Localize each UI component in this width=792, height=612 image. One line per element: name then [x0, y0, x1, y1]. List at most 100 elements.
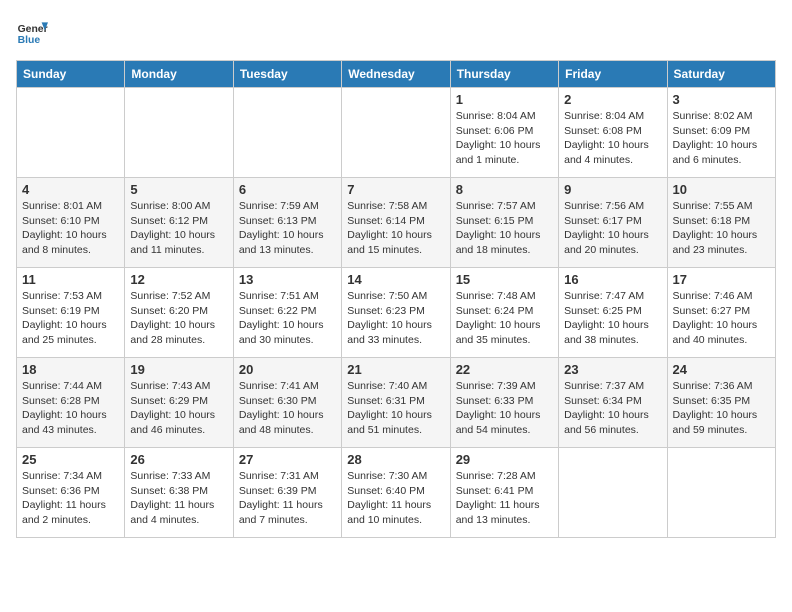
weekday-header-monday: Monday: [125, 61, 233, 88]
calendar-cell: 19 Sunrise: 7:43 AM Sunset: 6:29 PM Dayli…: [125, 358, 233, 448]
calendar-cell: 10 Sunrise: 7:55 AM Sunset: 6:18 PM Dayli…: [667, 178, 775, 268]
calendar-cell: 11 Sunrise: 7:53 AM Sunset: 6:19 PM Dayli…: [17, 268, 125, 358]
day-info: Sunrise: 7:47 AM Sunset: 6:25 PM Dayligh…: [564, 289, 661, 348]
day-number: 14: [347, 272, 444, 287]
day-info: Sunrise: 7:40 AM Sunset: 6:31 PM Dayligh…: [347, 379, 444, 438]
day-info: Sunrise: 7:30 AM Sunset: 6:40 PM Dayligh…: [347, 469, 444, 528]
calendar-cell: 2 Sunrise: 8:04 AM Sunset: 6:08 PM Daylig…: [559, 88, 667, 178]
day-info: Sunrise: 7:55 AM Sunset: 6:18 PM Dayligh…: [673, 199, 770, 258]
day-info: Sunrise: 7:57 AM Sunset: 6:15 PM Dayligh…: [456, 199, 553, 258]
calendar-week-row: 4 Sunrise: 8:01 AM Sunset: 6:10 PM Daylig…: [17, 178, 776, 268]
day-info: Sunrise: 8:04 AM Sunset: 6:08 PM Dayligh…: [564, 109, 661, 168]
page-header: General Blue: [16, 16, 776, 48]
calendar-week-row: 18 Sunrise: 7:44 AM Sunset: 6:28 PM Dayli…: [17, 358, 776, 448]
day-number: 2: [564, 92, 661, 107]
calendar-cell: 3 Sunrise: 8:02 AM Sunset: 6:09 PM Daylig…: [667, 88, 775, 178]
calendar-cell: 23Sunrise: 7:37 AM Sunset: 6:34 PM Dayli…: [559, 358, 667, 448]
day-number: 4: [22, 182, 119, 197]
day-number: 16: [564, 272, 661, 287]
day-number: 6: [239, 182, 336, 197]
weekday-header-saturday: Saturday: [667, 61, 775, 88]
day-info: Sunrise: 7:51 AM Sunset: 6:22 PM Dayligh…: [239, 289, 336, 348]
day-number: 22: [456, 362, 553, 377]
day-info: Sunrise: 7:46 AM Sunset: 6:27 PM Dayligh…: [673, 289, 770, 348]
calendar-cell: 8Sunrise: 7:57 AM Sunset: 6:15 PM Daylig…: [450, 178, 558, 268]
calendar-cell: 7Sunrise: 7:58 AM Sunset: 6:14 PM Daylig…: [342, 178, 450, 268]
calendar-cell: [342, 88, 450, 178]
day-number: 3: [673, 92, 770, 107]
day-number: 19: [130, 362, 227, 377]
day-info: Sunrise: 8:01 AM Sunset: 6:10 PM Dayligh…: [22, 199, 119, 258]
svg-text:Blue: Blue: [18, 35, 41, 46]
day-info: Sunrise: 7:50 AM Sunset: 6:23 PM Dayligh…: [347, 289, 444, 348]
day-number: 15: [456, 272, 553, 287]
calendar-cell: 12Sunrise: 7:52 AM Sunset: 6:20 PM Dayli…: [125, 268, 233, 358]
calendar-cell: 24 Sunrise: 7:36 AM Sunset: 6:35 PM Dayli…: [667, 358, 775, 448]
day-info: Sunrise: 7:56 AM Sunset: 6:17 PM Dayligh…: [564, 199, 661, 258]
day-number: 1: [456, 92, 553, 107]
calendar-cell: 15 Sunrise: 7:48 AM Sunset: 6:24 PM Dayli…: [450, 268, 558, 358]
day-info: Sunrise: 7:48 AM Sunset: 6:24 PM Dayligh…: [456, 289, 553, 348]
day-number: 26: [130, 452, 227, 467]
calendar-cell: 13 Sunrise: 7:51 AM Sunset: 6:22 PM Dayli…: [233, 268, 341, 358]
calendar-cell: 4 Sunrise: 8:01 AM Sunset: 6:10 PM Daylig…: [17, 178, 125, 268]
calendar-cell: 26 Sunrise: 7:33 AM Sunset: 6:38 PM Dayli…: [125, 448, 233, 538]
day-info: Sunrise: 7:36 AM Sunset: 6:35 PM Dayligh…: [673, 379, 770, 438]
logo: General Blue: [16, 16, 48, 48]
calendar-cell: 5 Sunrise: 8:00 AM Sunset: 6:12 PM Daylig…: [125, 178, 233, 268]
day-info: Sunrise: 7:31 AM Sunset: 6:39 PM Dayligh…: [239, 469, 336, 528]
day-number: 10: [673, 182, 770, 197]
day-number: 17: [673, 272, 770, 287]
calendar-cell: 25 Sunrise: 7:34 AM Sunset: 6:36 PM Dayli…: [17, 448, 125, 538]
calendar-cell: 29 Sunrise: 7:28 AM Sunset: 6:41 PM Dayli…: [450, 448, 558, 538]
calendar-cell: [125, 88, 233, 178]
calendar-week-row: 1 Sunrise: 8:04 AM Sunset: 6:06 PM Daylig…: [17, 88, 776, 178]
day-info: Sunrise: 8:00 AM Sunset: 6:12 PM Dayligh…: [130, 199, 227, 258]
day-number: 5: [130, 182, 227, 197]
day-number: 28: [347, 452, 444, 467]
day-number: 21: [347, 362, 444, 377]
day-number: 13: [239, 272, 336, 287]
calendar-cell: [667, 448, 775, 538]
calendar-cell: [559, 448, 667, 538]
day-number: 7: [347, 182, 444, 197]
calendar-cell: 1 Sunrise: 8:04 AM Sunset: 6:06 PM Daylig…: [450, 88, 558, 178]
calendar-cell: [17, 88, 125, 178]
calendar-week-row: 25 Sunrise: 7:34 AM Sunset: 6:36 PM Dayli…: [17, 448, 776, 538]
calendar-cell: [233, 88, 341, 178]
day-info: Sunrise: 7:53 AM Sunset: 6:19 PM Dayligh…: [22, 289, 119, 348]
day-number: 9: [564, 182, 661, 197]
day-number: 25: [22, 452, 119, 467]
day-info: Sunrise: 7:37 AM Sunset: 6:34 PM Dayligh…: [564, 379, 661, 438]
day-number: 20: [239, 362, 336, 377]
day-info: Sunrise: 7:43 AM Sunset: 6:29 PM Dayligh…: [130, 379, 227, 438]
calendar-table: SundayMondayTuesdayWednesdayThursdayFrid…: [16, 60, 776, 538]
weekday-header-wednesday: Wednesday: [342, 61, 450, 88]
weekday-header-sunday: Sunday: [17, 61, 125, 88]
calendar-cell: 20 Sunrise: 7:41 AM Sunset: 6:30 PM Dayli…: [233, 358, 341, 448]
day-number: 11: [22, 272, 119, 287]
day-number: 29: [456, 452, 553, 467]
day-info: Sunrise: 7:33 AM Sunset: 6:38 PM Dayligh…: [130, 469, 227, 528]
day-info: Sunrise: 7:34 AM Sunset: 6:36 PM Dayligh…: [22, 469, 119, 528]
weekday-header-thursday: Thursday: [450, 61, 558, 88]
weekday-header-tuesday: Tuesday: [233, 61, 341, 88]
day-info: Sunrise: 7:59 AM Sunset: 6:13 PM Dayligh…: [239, 199, 336, 258]
calendar-cell: 6 Sunrise: 7:59 AM Sunset: 6:13 PM Daylig…: [233, 178, 341, 268]
day-number: 27: [239, 452, 336, 467]
day-number: 18: [22, 362, 119, 377]
calendar-cell: 27 Sunrise: 7:31 AM Sunset: 6:39 PM Dayli…: [233, 448, 341, 538]
day-info: Sunrise: 8:04 AM Sunset: 6:06 PM Dayligh…: [456, 109, 553, 168]
day-info: Sunrise: 8:02 AM Sunset: 6:09 PM Dayligh…: [673, 109, 770, 168]
calendar-cell: 21 Sunrise: 7:40 AM Sunset: 6:31 PM Dayli…: [342, 358, 450, 448]
logo-icon: General Blue: [16, 16, 48, 48]
weekday-header-row: SundayMondayTuesdayWednesdayThursdayFrid…: [17, 61, 776, 88]
calendar-cell: 16 Sunrise: 7:47 AM Sunset: 6:25 PM Dayli…: [559, 268, 667, 358]
day-info: Sunrise: 7:44 AM Sunset: 6:28 PM Dayligh…: [22, 379, 119, 438]
day-info: Sunrise: 7:52 AM Sunset: 6:20 PM Dayligh…: [130, 289, 227, 348]
day-info: Sunrise: 7:28 AM Sunset: 6:41 PM Dayligh…: [456, 469, 553, 528]
calendar-cell: 28 Sunrise: 7:30 AM Sunset: 6:40 PM Dayli…: [342, 448, 450, 538]
day-number: 24: [673, 362, 770, 377]
weekday-header-friday: Friday: [559, 61, 667, 88]
day-info: Sunrise: 7:41 AM Sunset: 6:30 PM Dayligh…: [239, 379, 336, 438]
